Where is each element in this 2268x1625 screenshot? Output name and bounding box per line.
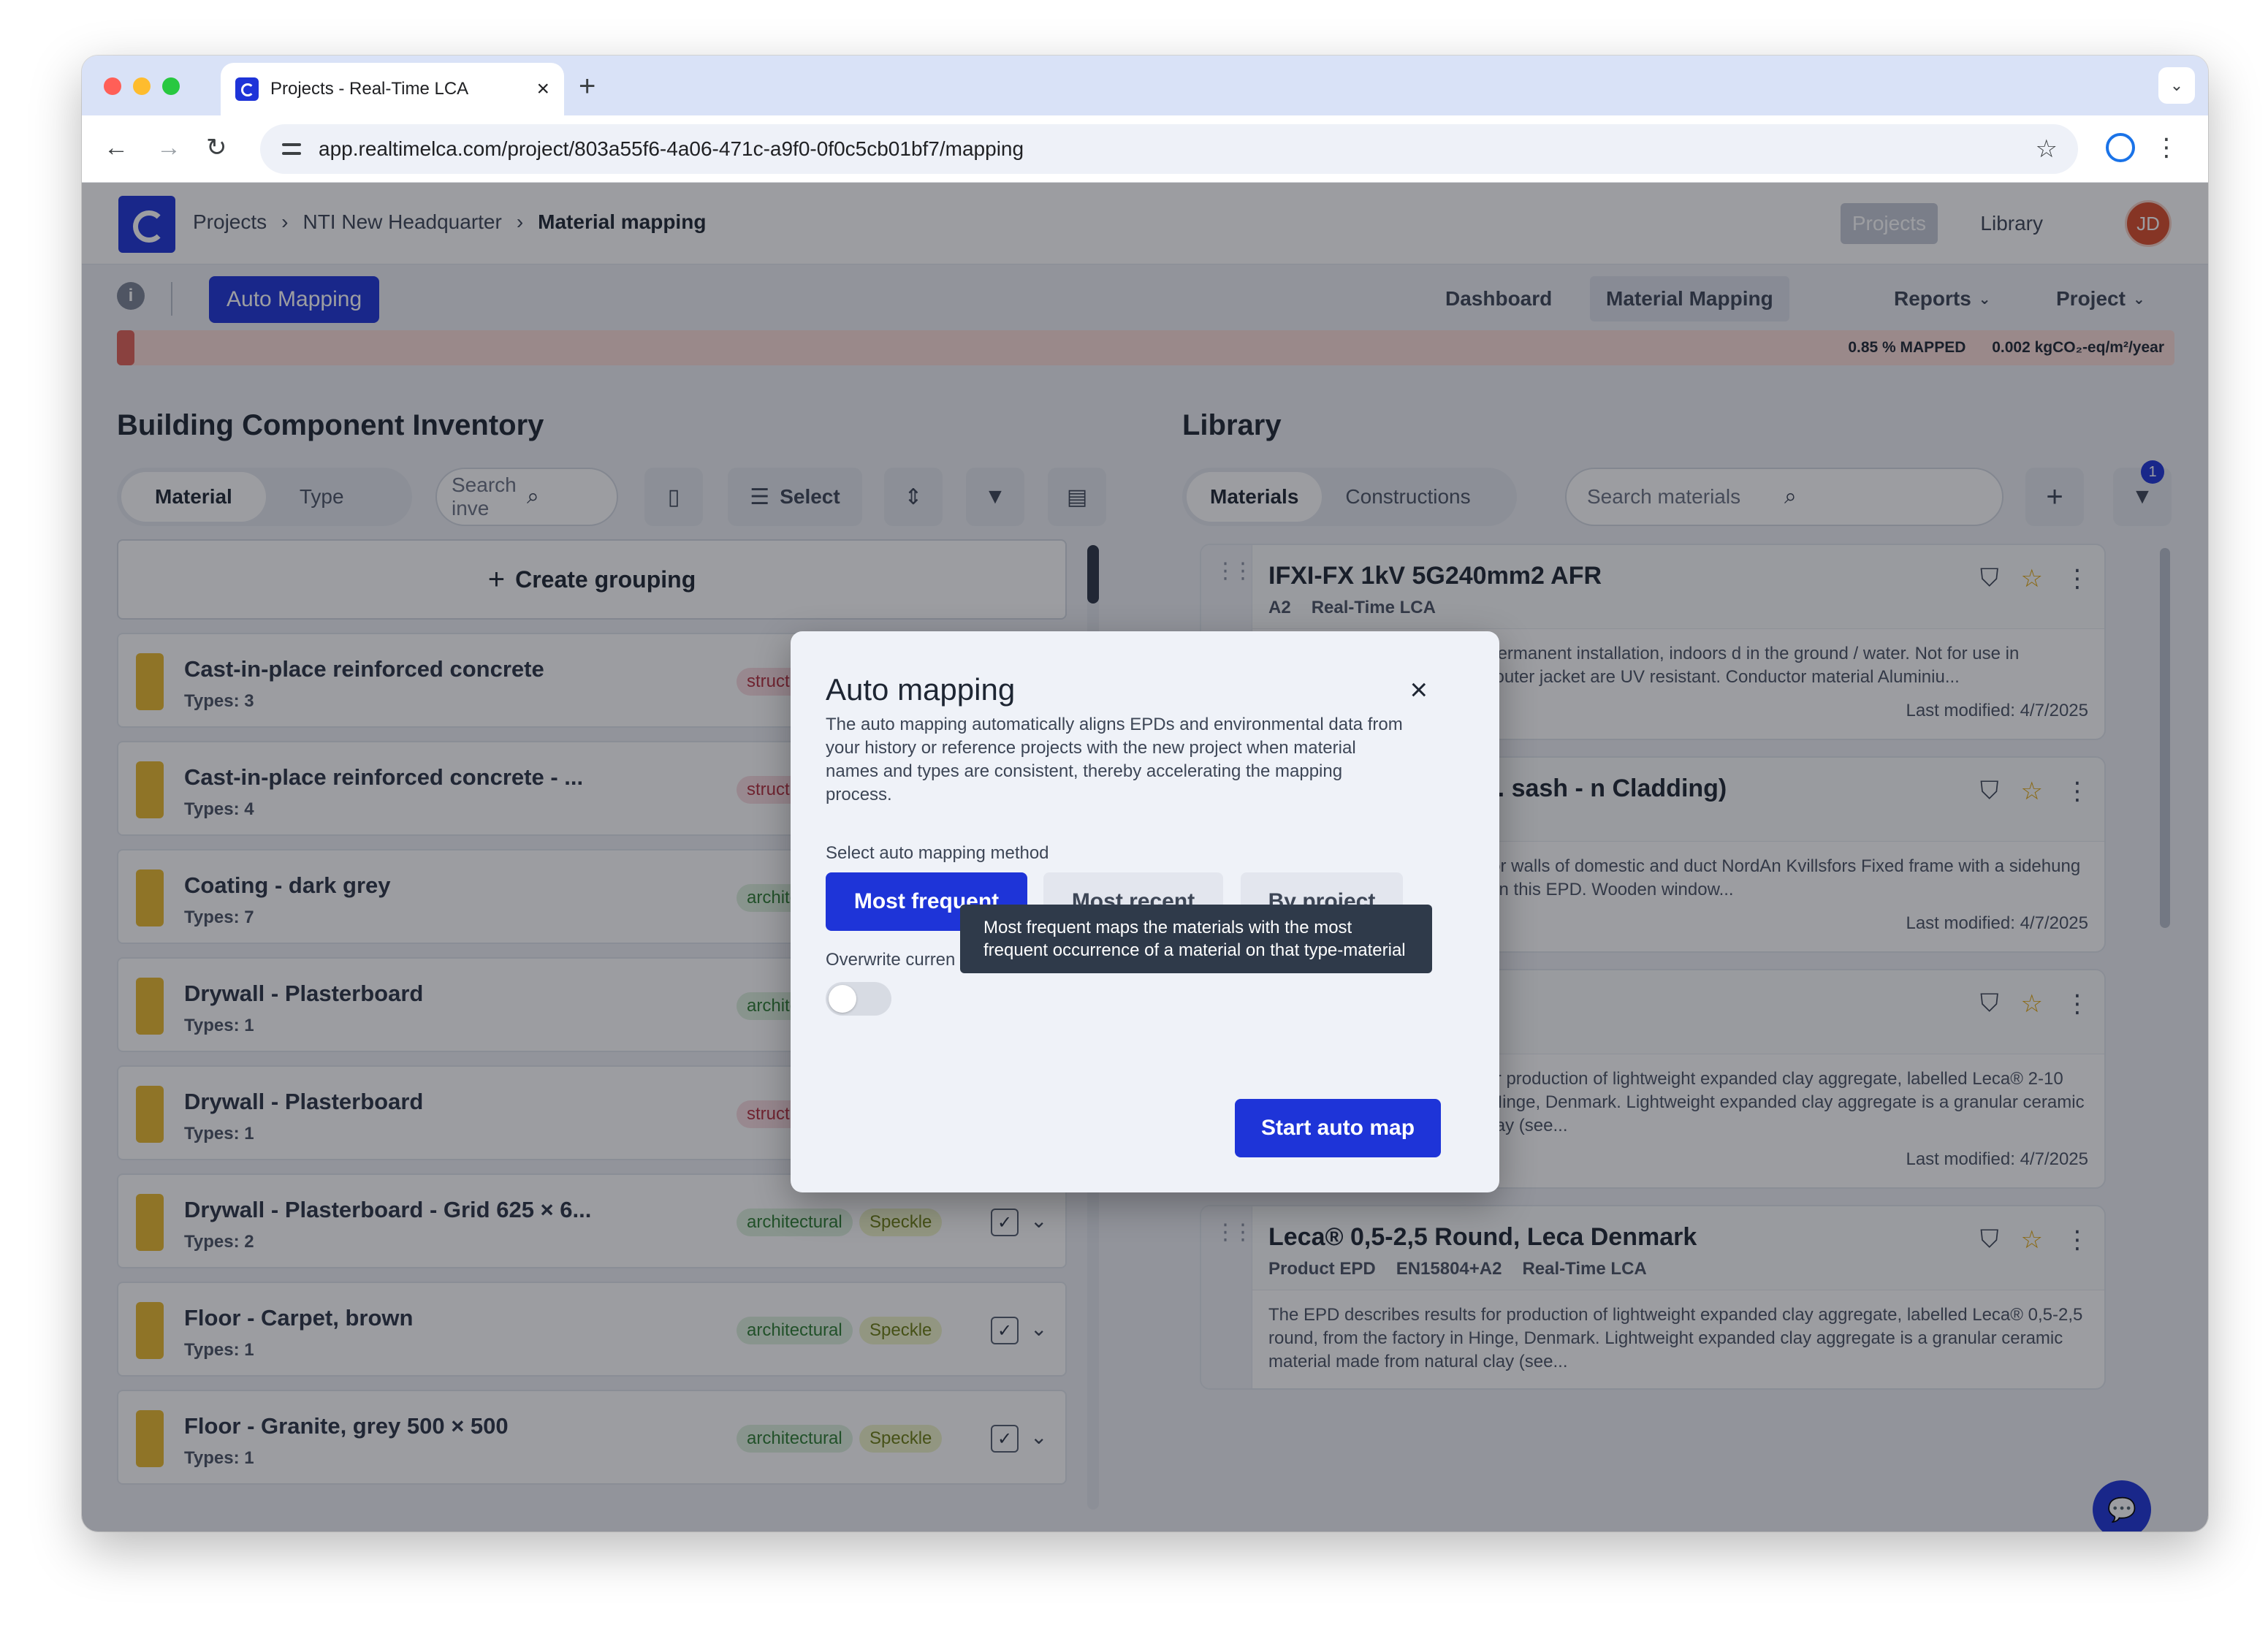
- dialog-description: The auto mapping automatically aligns EP…: [826, 715, 1403, 804]
- back-icon[interactable]: ←: [104, 132, 129, 164]
- address-bar[interactable]: app.realtimelca.com/project/803a55f6-4a0…: [260, 124, 2078, 174]
- new-tab-button[interactable]: +: [579, 69, 595, 104]
- browser-toolbar: ← → ↻ app.realtimelca.com/project/803a55…: [82, 115, 2208, 183]
- method-tooltip: Most frequent maps the materials with th…: [960, 905, 1432, 973]
- site-settings-icon[interactable]: [281, 139, 305, 159]
- close-icon[interactable]: ×: [1409, 672, 1428, 707]
- maximize-window-button[interactable]: [162, 77, 180, 95]
- browser-tab[interactable]: Projects - Real-Time LCA ×: [221, 63, 564, 115]
- reload-icon[interactable]: ↻: [206, 132, 227, 164]
- method-label: Select auto mapping method: [826, 843, 1049, 863]
- dialog-title: Auto mapping: [826, 672, 1016, 707]
- close-window-button[interactable]: [104, 77, 121, 95]
- bookmark-star-icon[interactable]: ☆: [2036, 134, 2058, 164]
- menu-icon[interactable]: ⋮: [2154, 132, 2179, 164]
- start-auto-map-button[interactable]: Start auto map: [1235, 1099, 1441, 1157]
- tab-title: Projects - Real-Time LCA: [270, 79, 469, 99]
- forward-icon[interactable]: →: [156, 132, 181, 164]
- overwrite-toggle[interactable]: [826, 982, 891, 1016]
- app-favicon-icon: [235, 77, 259, 101]
- url-text[interactable]: app.realtimelca.com/project/803a55f6-4a0…: [319, 137, 2036, 161]
- browser-window: Projects - Real-Time LCA × + ⌄ ← → ↻ app…: [82, 56, 2208, 1531]
- minimize-window-button[interactable]: [133, 77, 151, 95]
- tab-close-icon[interactable]: ×: [536, 77, 549, 102]
- profile-icon[interactable]: [2106, 133, 2135, 162]
- tab-bar: Projects - Real-Time LCA × + ⌄: [82, 56, 2208, 115]
- app-root: Projects › NTI New Headquarter › Materia…: [82, 183, 2208, 1531]
- tab-search-chevron-icon[interactable]: ⌄: [2158, 67, 2195, 104]
- overwrite-label: Overwrite curren: [826, 950, 956, 970]
- auto-mapping-dialog: Auto mapping × The auto mapping automati…: [791, 631, 1499, 1192]
